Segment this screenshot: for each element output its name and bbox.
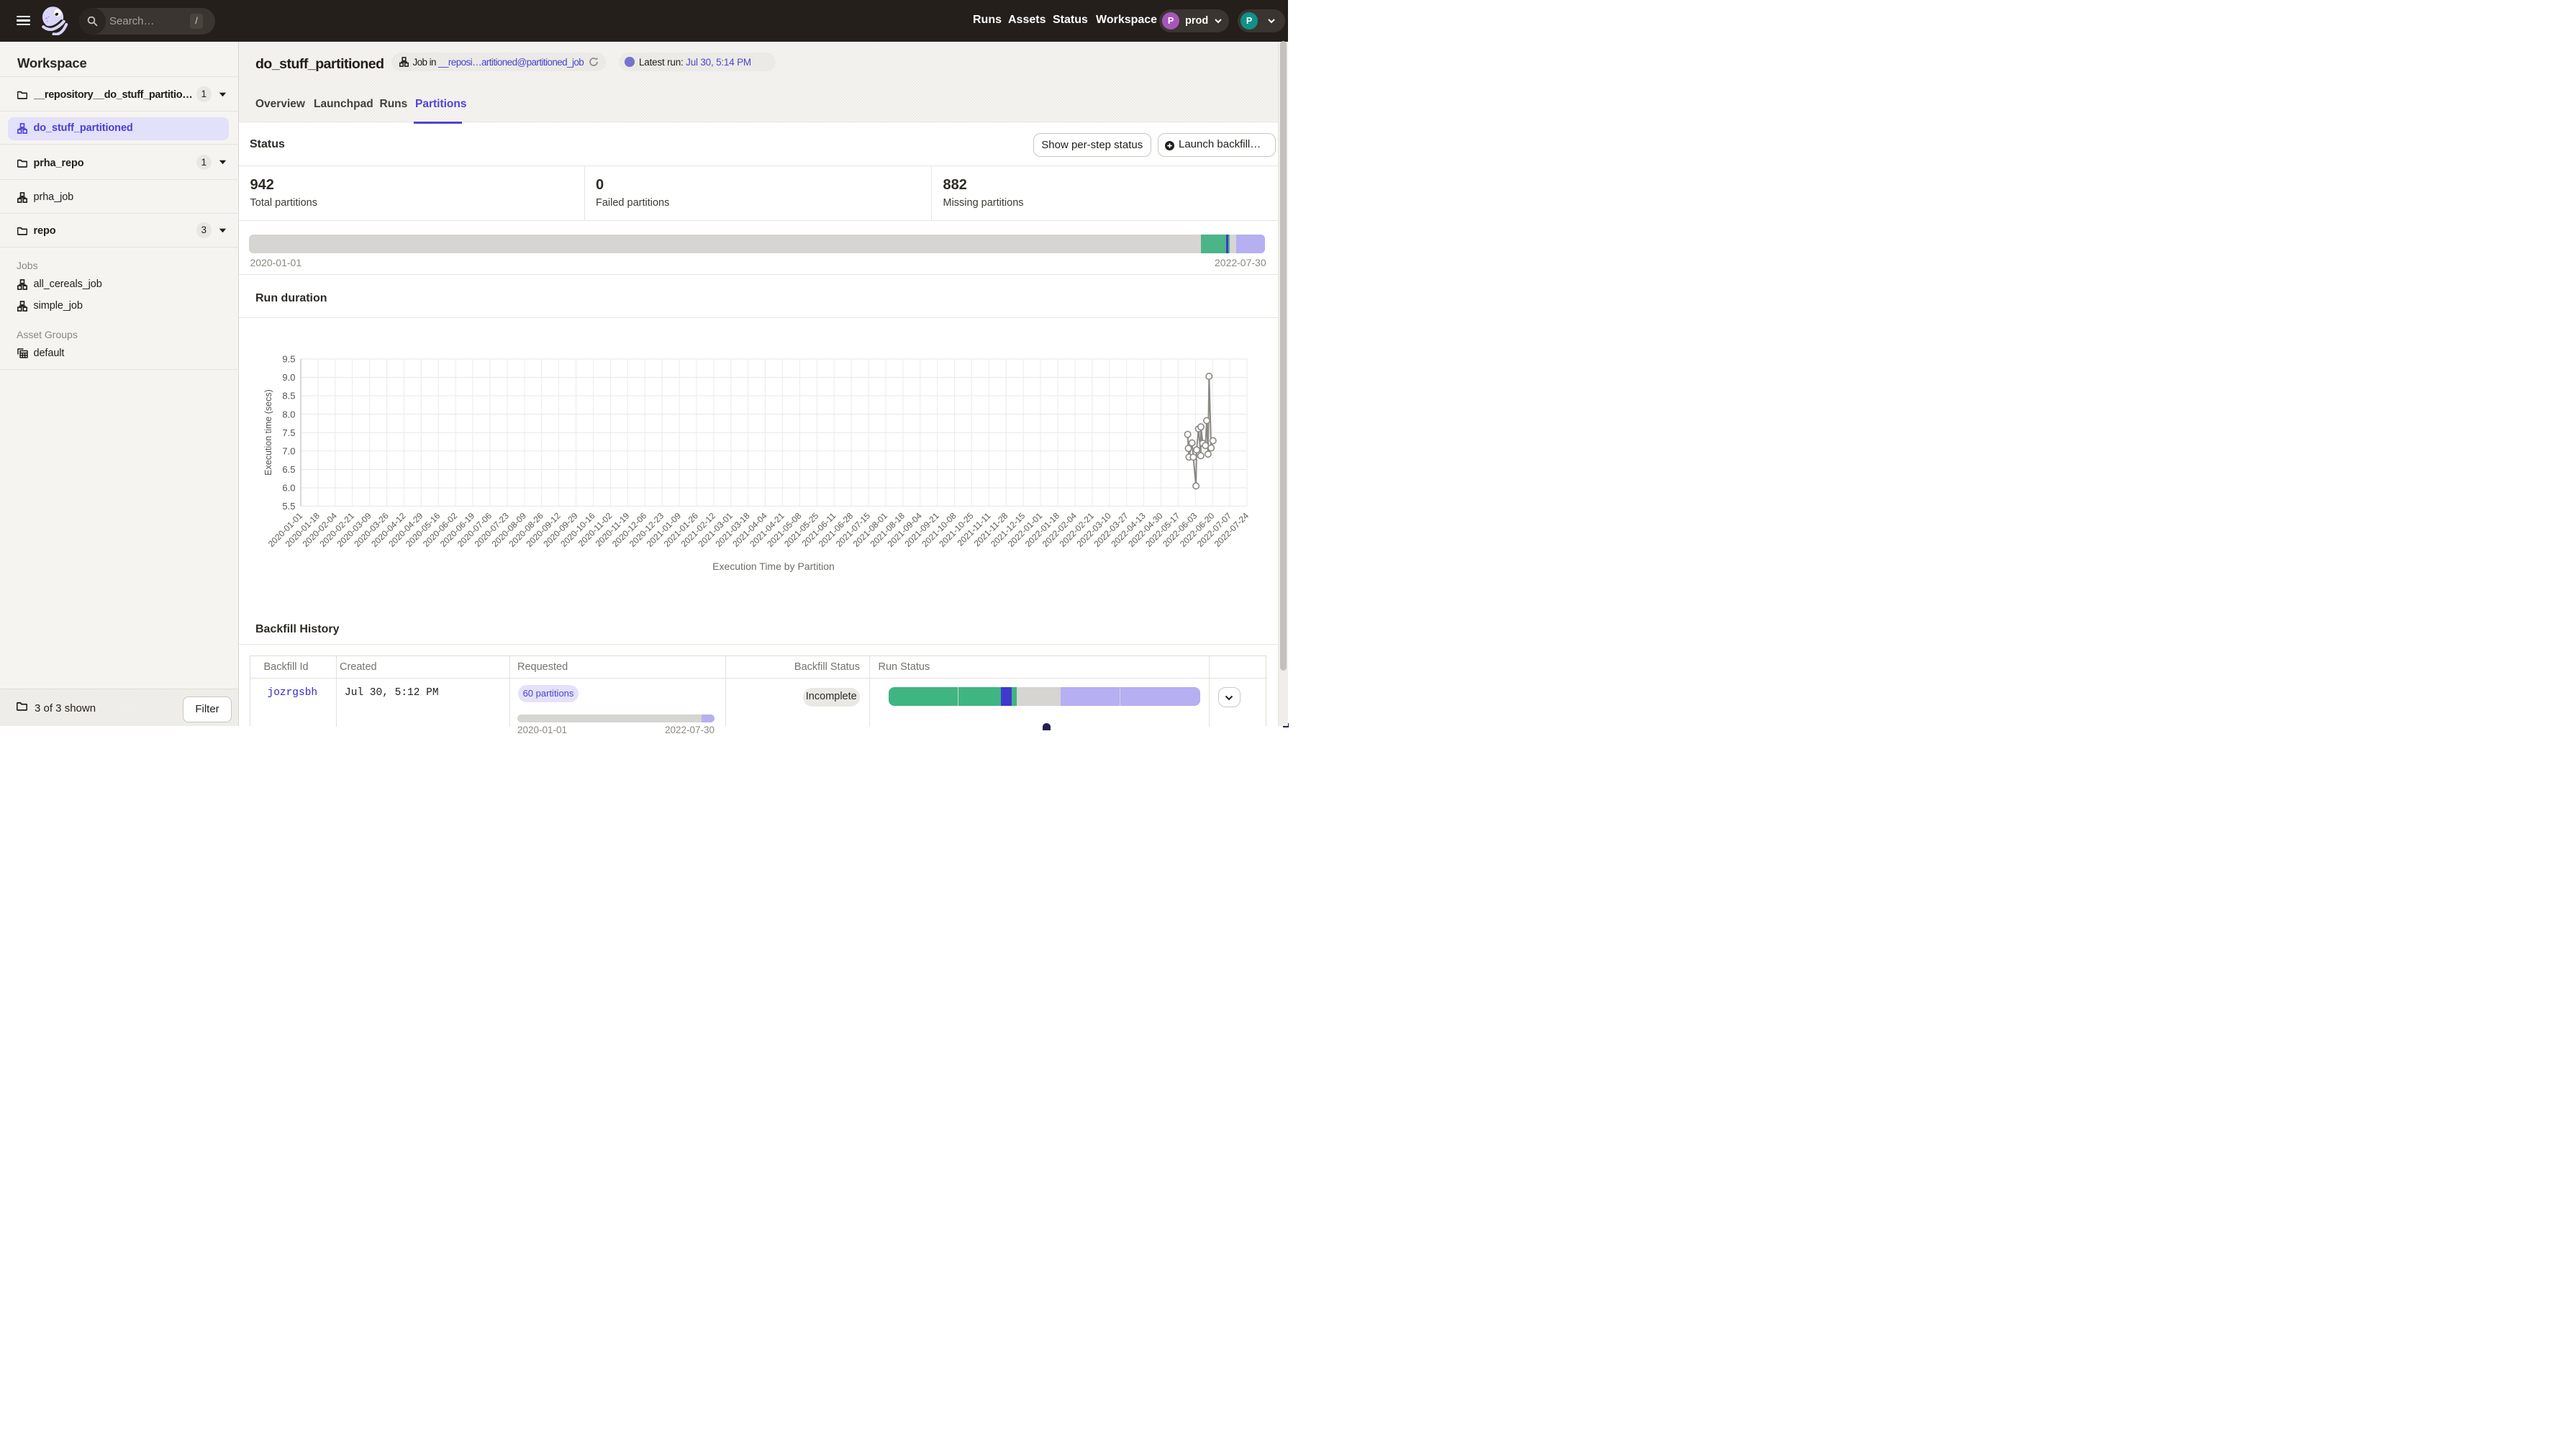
svg-text:9.5: 9.5 [282,354,295,365]
svg-text:9.0: 9.0 [282,372,295,383]
svg-text:5.5: 5.5 [282,501,295,512]
svg-text:6.5: 6.5 [282,464,295,475]
svg-text:7.0: 7.0 [282,445,295,456]
svg-text:6.0: 6.0 [282,483,295,494]
svg-text:8.5: 8.5 [282,391,295,401]
svg-text:8.0: 8.0 [282,409,295,419]
svg-text:Execution time (secs): Execution time (secs) [263,389,273,475]
svg-text:7.5: 7.5 [282,427,295,438]
